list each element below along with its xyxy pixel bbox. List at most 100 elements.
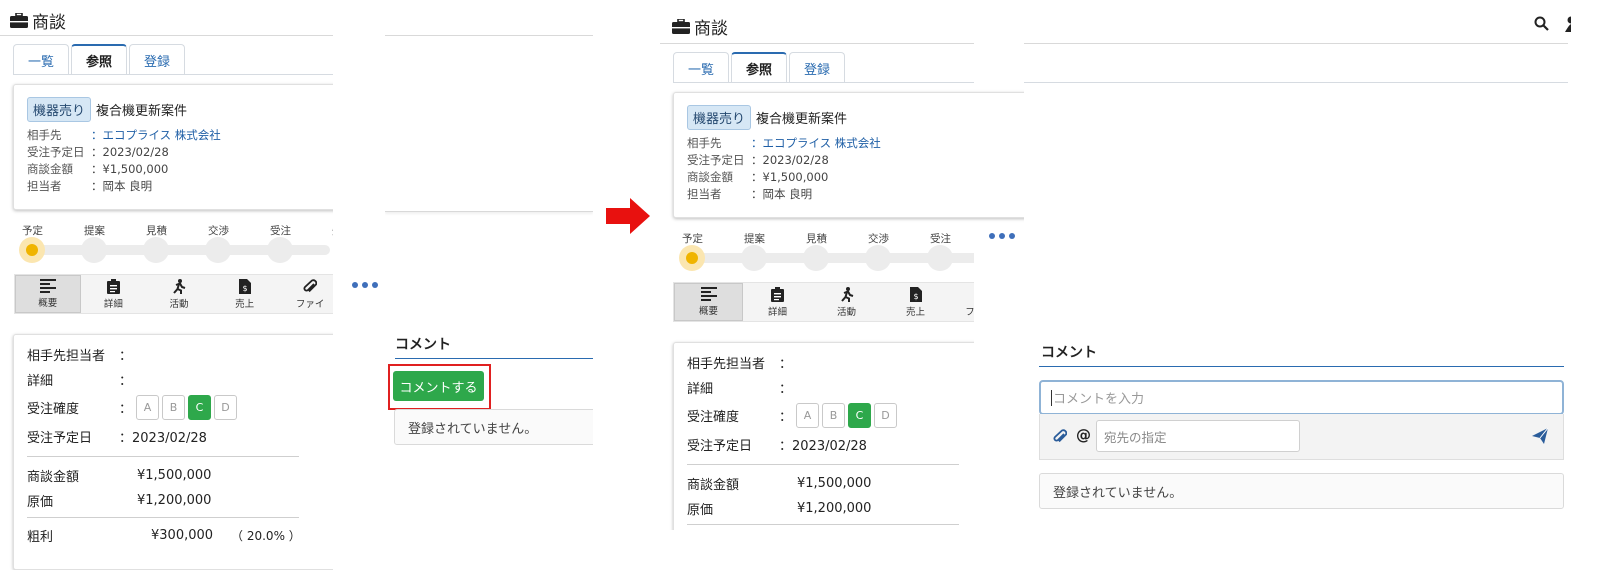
toolbar-sales[interactable]: $ 売上: [212, 275, 278, 313]
tab-bar: 一覧 参照 登録: [673, 52, 847, 83]
stage-label: 受注: [930, 233, 951, 245]
toolbar-details[interactable]: 詳細: [743, 283, 812, 321]
tab-view[interactable]: 参照: [731, 52, 788, 83]
stage-label: 失: [332, 223, 333, 238]
info-row-amount: 商談金額 ：¥1,500,000: [687, 170, 829, 184]
info-row-partner: 相手先 ：エコプライス 株式会社: [27, 127, 221, 144]
tab-register[interactable]: 登録: [789, 52, 846, 83]
partner-link[interactable]: ：エコプライス 株式会社: [91, 127, 221, 144]
detail-row-amount: 商談金額 ¥1,500,000: [687, 476, 872, 493]
comment-divider: [395, 358, 593, 359]
comment-input[interactable]: コメントを入力: [1039, 380, 1564, 415]
toolbar-overview[interactable]: 概要: [15, 275, 81, 313]
stage-label: 提案: [84, 225, 105, 237]
info-row-owner: 担当者 ：岡本 良明: [27, 179, 153, 193]
grade-d[interactable]: D: [874, 403, 898, 428]
grade-c[interactable]: C: [188, 395, 212, 420]
stage-label: 受注: [270, 225, 291, 237]
toolbar-activity[interactable]: 活動: [812, 283, 881, 321]
tab-list[interactable]: 一覧: [673, 52, 730, 83]
detail-divider: [687, 464, 959, 465]
stage-label: 見積: [806, 233, 827, 245]
title-divider: [660, 43, 974, 44]
send-icon[interactable]: [1532, 428, 1548, 444]
stage-dot[interactable]: [803, 245, 829, 271]
arrow-right-icon: [606, 198, 650, 234]
stage-dot-current[interactable]: [19, 237, 45, 263]
tab-divider: [673, 82, 974, 83]
comment-heading: コメント: [1041, 345, 1097, 361]
comment-heading: コメント: [395, 337, 451, 353]
title-divider: [0, 35, 333, 36]
title-divider: [1024, 43, 1568, 44]
detail-row-date: 受注予定日 ：2023/02/28: [27, 431, 207, 446]
detail-row-contact: 相手先担当者：: [27, 349, 133, 364]
grade-a[interactable]: A: [796, 403, 820, 428]
mention-icon[interactable]: @: [1076, 426, 1091, 444]
tab-register[interactable]: 登録: [129, 44, 186, 75]
right-comment-panel: コメント コメントを入力 @ 宛先の指定 登録されていません。: [1024, 0, 1608, 570]
certainty-grade-group: A B C D: [136, 395, 238, 420]
partner-link[interactable]: ：エコプライス 株式会社: [751, 135, 881, 152]
certainty-grade-group: A B C D: [796, 403, 898, 428]
detail-row-contact: 相手先担当者：: [687, 357, 793, 372]
detail-row-amount: 商談金額 ¥1,500,000: [27, 468, 212, 485]
search-icon[interactable]: [1534, 16, 1549, 31]
detail-divider: [27, 517, 299, 518]
detail-divider: [687, 524, 959, 525]
briefcase-icon: [672, 19, 690, 34]
detail-row-date: 受注予定日 ：2023/02/28: [687, 439, 867, 454]
record-title: 複合機更新案件: [96, 104, 188, 119]
stage-label: 予定: [682, 233, 703, 245]
running-icon: [841, 286, 854, 302]
detail-divider: [27, 456, 299, 457]
toolbar-activity[interactable]: 活動: [146, 275, 212, 313]
stage-labels: 予定 提案 見積 交渉 受注 失: [22, 223, 333, 238]
stage-dot[interactable]: [205, 237, 231, 263]
grade-b[interactable]: B: [162, 395, 186, 420]
stage-label: 予定: [22, 225, 43, 237]
tab-bar: 一覧 参照 登録: [13, 44, 187, 75]
detail-row-detail: 詳細：: [27, 374, 133, 389]
tab-list[interactable]: 一覧: [13, 44, 70, 75]
stage-label: 交渉: [208, 225, 229, 237]
align-left-icon: [39, 279, 56, 293]
toolbar-files[interactable]: ファイ: [277, 275, 333, 313]
invoice-icon: $: [238, 278, 251, 294]
grade-d[interactable]: D: [214, 395, 238, 420]
info-row-order-date: 受注予定日 ：2023/02/28: [687, 153, 829, 167]
comment-button[interactable]: コメントする: [393, 371, 484, 401]
stage-dot[interactable]: [143, 237, 169, 263]
stage-dot[interactable]: [927, 245, 953, 271]
text-caret: [1051, 389, 1052, 406]
stage-dot[interactable]: [865, 245, 891, 271]
toolbar-overview[interactable]: 概要: [674, 283, 743, 321]
paperclip-icon: [303, 278, 318, 292]
comment-empty-message: 登録されていません。: [394, 409, 593, 445]
detail-row-profit: 粗利 ¥300,000 （ 20.0% ）: [27, 528, 301, 545]
category-badge: 機器売り: [687, 105, 752, 130]
destination-input[interactable]: 宛先の指定: [1096, 420, 1300, 452]
comment-empty-message: 登録されていません。: [1039, 473, 1564, 509]
briefcase-icon: [10, 13, 28, 28]
title-divider: [385, 35, 593, 36]
comment-toolbar: @ 宛先の指定: [1039, 414, 1564, 460]
stage-dot[interactable]: [741, 245, 767, 271]
info-row-order-date: 受注予定日 ：2023/02/28: [27, 145, 169, 159]
grade-a[interactable]: A: [136, 395, 160, 420]
invoice-icon: $: [909, 286, 922, 302]
stage-dot[interactable]: [81, 237, 107, 263]
stage-dot-current[interactable]: [679, 245, 705, 271]
card-edge: [385, 180, 593, 212]
toolbar-sales[interactable]: $ 売上: [881, 283, 950, 321]
grade-c[interactable]: C: [848, 403, 872, 428]
ellipsis-indicator: [352, 282, 378, 288]
tab-view[interactable]: 参照: [71, 44, 128, 75]
toolbar-details[interactable]: 詳細: [81, 275, 147, 313]
stage-dot[interactable]: [267, 237, 293, 263]
paperclip-icon[interactable]: [1053, 429, 1067, 444]
grade-b[interactable]: B: [822, 403, 846, 428]
user-icon[interactable]: [1565, 16, 1571, 32]
detail-row-detail: 詳細：: [687, 382, 793, 397]
toolbar-files-cut[interactable]: フ: [950, 283, 974, 321]
